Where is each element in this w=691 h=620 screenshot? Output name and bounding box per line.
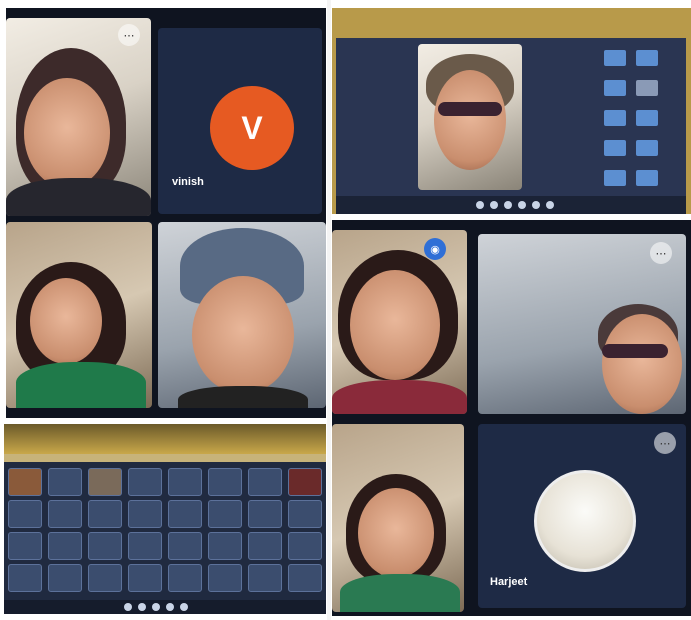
sunglasses (602, 344, 668, 358)
participant-face (602, 314, 682, 414)
participant-face (358, 488, 434, 578)
toolbar (336, 196, 686, 214)
participant-face (30, 278, 102, 364)
speaker-tile[interactable] (418, 44, 522, 190)
participant-thumb[interactable] (636, 50, 658, 66)
participant-shirt (6, 178, 151, 216)
participant-face (24, 78, 110, 188)
participant-tile-bottom[interactable] (332, 424, 464, 612)
grid-cell[interactable] (48, 532, 82, 560)
participant-tile-woman-sunglasses[interactable]: ⋯ (478, 234, 686, 414)
grid-cell[interactable] (248, 532, 282, 560)
participant-shirt (178, 386, 308, 408)
participant-thumb[interactable] (636, 80, 658, 96)
toolbar-icon[interactable] (124, 603, 132, 611)
toolbar-icon[interactable] (476, 201, 484, 209)
participant-tile-man-beanie[interactable] (158, 222, 326, 408)
toolbar-icon[interactable] (166, 603, 174, 611)
grid-cell[interactable] (168, 468, 202, 496)
participant-shirt (16, 362, 146, 408)
audio-wave-icon: ◉ (424, 238, 446, 260)
avatar: V (210, 86, 294, 170)
toolbar-icon[interactable] (138, 603, 146, 611)
grid-cell[interactable] (8, 564, 42, 592)
dots-icon[interactable]: ⋯ (654, 432, 676, 454)
grid-cell[interactable] (88, 500, 122, 528)
grid-cell[interactable] (8, 468, 42, 496)
grid-cell[interactable] (208, 532, 242, 560)
grid-cell[interactable] (88, 564, 122, 592)
profile-picture (534, 470, 636, 572)
toolbar (4, 600, 326, 614)
grid-cell[interactable] (8, 532, 42, 560)
participant-tile-harjeet[interactable]: Harjeet ⋯ (478, 424, 686, 608)
participant-thumb[interactable] (636, 140, 658, 156)
right-collage: ◉ ⋯ Harjeet ⋯ (332, 220, 691, 616)
participant-face (192, 276, 294, 394)
grid-cell[interactable] (288, 468, 322, 496)
participant-thumb[interactable] (604, 140, 626, 156)
grid-cell[interactable] (288, 532, 322, 560)
participant-tile-vinish[interactable]: V vinish (158, 28, 322, 214)
divider (327, 0, 331, 620)
participant-thumb[interactable] (636, 170, 658, 186)
screen-area (336, 38, 686, 214)
speaker-view-screen (332, 8, 691, 214)
toolbar-icon[interactable] (546, 201, 554, 209)
grid-cell[interactable] (128, 564, 162, 592)
dots-icon[interactable]: ⋯ (118, 24, 140, 46)
participant-thumb[interactable] (636, 110, 658, 126)
grid-cell[interactable] (248, 500, 282, 528)
grid-cell[interactable] (128, 500, 162, 528)
gallery-screen (4, 424, 326, 614)
toolbar-icon[interactable] (532, 201, 540, 209)
grid-cell[interactable] (88, 468, 122, 496)
participant-tile-mid-left[interactable] (6, 222, 152, 408)
grid-cell[interactable] (208, 500, 242, 528)
grid-cell[interactable] (208, 564, 242, 592)
grid-cell[interactable] (128, 532, 162, 560)
left-collage: ⋯ V vinish (6, 8, 326, 418)
grid-cell[interactable] (168, 532, 202, 560)
participant-face (350, 270, 440, 380)
participant-thumb[interactable] (604, 170, 626, 186)
toolbar-icon[interactable] (152, 603, 160, 611)
participant-thumb[interactable] (604, 110, 626, 126)
grid-cell[interactable] (88, 532, 122, 560)
grid-cell[interactable] (288, 500, 322, 528)
participant-name: vinish (172, 176, 204, 188)
participant-thumb[interactable] (604, 50, 626, 66)
participant-name: Harjeet (490, 576, 528, 588)
toolbar-icon[interactable] (518, 201, 526, 209)
participant-tile-top-left[interactable]: ⋯ (6, 18, 151, 216)
gallery-bezel (4, 424, 326, 454)
grid-cell[interactable] (168, 564, 202, 592)
participant-shirt (340, 574, 460, 612)
dots-icon[interactable]: ⋯ (650, 242, 672, 264)
participant-tile-woman-bindi[interactable]: ◉ (332, 230, 467, 414)
participant-shirt (332, 380, 467, 414)
toolbar-icon[interactable] (490, 201, 498, 209)
gallery-grid (4, 462, 326, 614)
grid-cell[interactable] (48, 468, 82, 496)
participant-face (434, 70, 506, 170)
participant-thumb[interactable] (604, 80, 626, 96)
grid-cell[interactable] (8, 500, 42, 528)
sunglasses (438, 102, 502, 116)
grid-cell[interactable] (168, 500, 202, 528)
grid-cell[interactable] (248, 468, 282, 496)
toolbar-icon[interactable] (180, 603, 188, 611)
grid-cell[interactable] (128, 468, 162, 496)
toolbar-icon[interactable] (504, 201, 512, 209)
grid-cell[interactable] (248, 564, 282, 592)
grid-cell[interactable] (48, 500, 82, 528)
grid-cell[interactable] (48, 564, 82, 592)
grid-cell[interactable] (288, 564, 322, 592)
grid-cell[interactable] (208, 468, 242, 496)
